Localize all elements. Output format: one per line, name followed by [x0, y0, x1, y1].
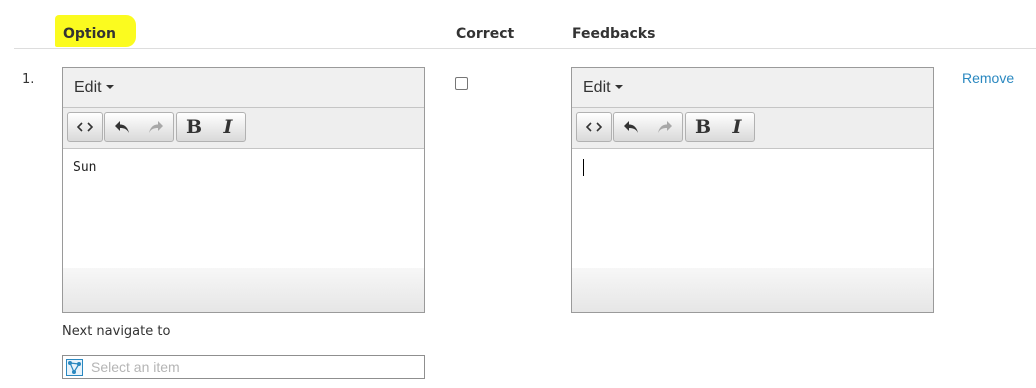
italic-icon[interactable]: I	[720, 113, 754, 141]
feedback-editor-statusbar	[572, 268, 933, 312]
row-number: 1.	[22, 72, 35, 87]
code-icon[interactable]	[577, 113, 611, 141]
feedback-history-group	[613, 112, 683, 142]
header-divider	[14, 48, 1036, 49]
text-cursor	[583, 159, 584, 176]
option-editor-toolbar: B I	[63, 108, 424, 149]
option-edit-menu-label: Edit	[74, 79, 102, 96]
option-history-group	[104, 112, 174, 142]
feedback-source-group	[576, 112, 612, 142]
feedback-editor: Edit B I	[571, 67, 934, 313]
option-edit-menu[interactable]: Edit	[74, 79, 114, 97]
feedback-editor-content[interactable]	[572, 149, 933, 269]
feedback-editor-menubar: Edit	[572, 68, 933, 108]
chevron-down-icon	[614, 85, 623, 89]
bold-icon[interactable]: B	[686, 113, 720, 141]
tree-select-icon	[65, 358, 84, 377]
next-navigate-select[interactable]	[62, 355, 425, 379]
undo-icon[interactable]	[105, 113, 139, 141]
option-format-group: B I	[176, 112, 246, 142]
feedback-editor-toolbar: B I	[572, 108, 933, 149]
option-column-header: Option	[63, 26, 116, 42]
chevron-down-icon	[105, 85, 114, 89]
feedbacks-column-header: Feedbacks	[572, 26, 656, 42]
redo-icon[interactable]	[648, 113, 682, 141]
bold-icon[interactable]: B	[177, 113, 211, 141]
feedback-format-group: B I	[685, 112, 755, 142]
redo-icon[interactable]	[139, 113, 173, 141]
correct-column-header: Correct	[456, 26, 515, 42]
feedback-edit-menu[interactable]: Edit	[583, 79, 623, 97]
option-source-group	[67, 112, 103, 142]
option-editor-content[interactable]: Sun	[63, 149, 424, 269]
code-icon[interactable]	[68, 113, 102, 141]
option-editor-statusbar	[63, 268, 424, 312]
feedback-edit-menu-label: Edit	[583, 79, 611, 96]
italic-icon[interactable]: I	[211, 113, 245, 141]
next-navigate-label: Next navigate to	[62, 324, 171, 339]
option-editor: Edit B I Sun	[62, 67, 425, 313]
remove-link[interactable]: Remove	[962, 70, 1014, 86]
undo-icon[interactable]	[614, 113, 648, 141]
correct-checkbox[interactable]	[455, 77, 468, 90]
option-editor-menubar: Edit	[63, 68, 424, 108]
next-navigate-input[interactable]	[91, 359, 411, 375]
option-text: Sun	[73, 160, 97, 175]
